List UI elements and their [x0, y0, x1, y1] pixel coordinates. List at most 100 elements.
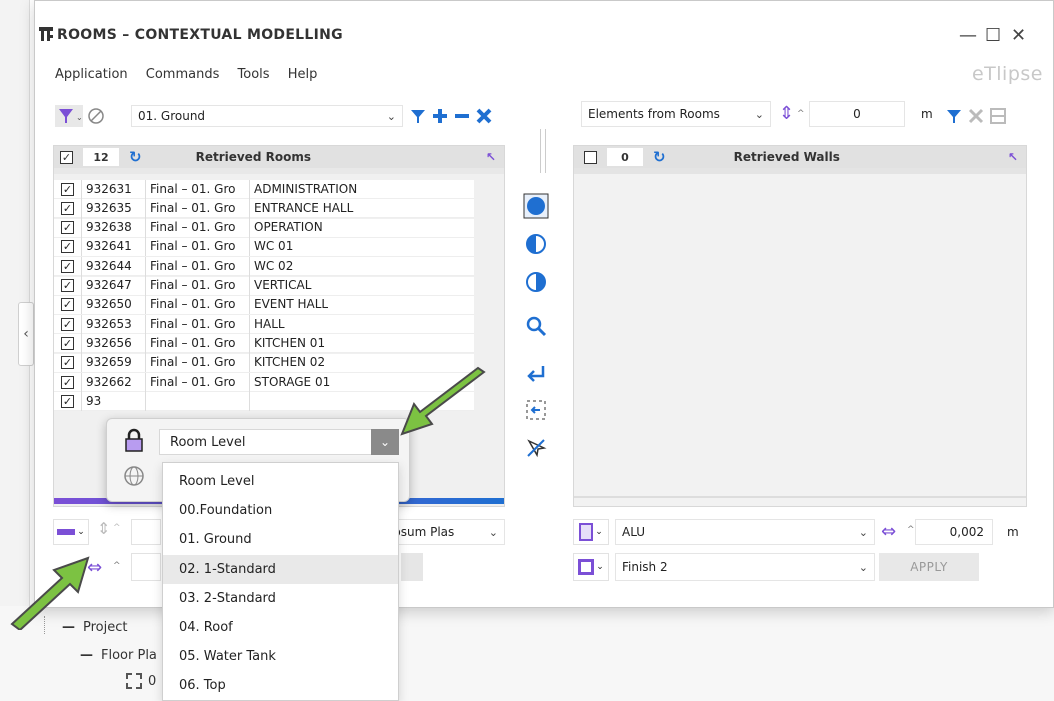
menu-application[interactable]: Application: [55, 67, 128, 82]
offset-input[interactable]: 0: [809, 101, 905, 127]
remove-icon[interactable]: [453, 107, 471, 125]
panel-splitter[interactable]: [540, 129, 546, 173]
height-input[interactable]: [131, 519, 161, 545]
menu-commands[interactable]: Commands: [146, 67, 220, 82]
stepper-icon[interactable]: ^: [907, 525, 915, 535]
pick-cursor-icon[interactable]: ↖: [486, 150, 496, 164]
half-left-icon[interactable]: [525, 233, 547, 255]
wall-type-dropdown[interactable]: ⌄: [573, 519, 609, 545]
wall-type-value: ALU: [622, 525, 646, 539]
row-checkbox[interactable]: ✓: [61, 317, 74, 331]
table-row[interactable]: ✓ 932656 Final – 01. Gro KITCHEN 01: [54, 333, 474, 354]
return-icon[interactable]: [525, 363, 547, 385]
source-dropdown[interactable]: Elements from Rooms ⌄: [581, 101, 771, 127]
row-checkbox[interactable]: ✓: [61, 298, 74, 312]
level-option[interactable]: Room Level: [163, 467, 398, 496]
collapse-panel-tab[interactable]: ‹: [18, 302, 34, 366]
filter-icon[interactable]: [409, 107, 427, 125]
row-checkbox[interactable]: ✓: [61, 356, 74, 370]
level-option[interactable]: 04. Roof: [163, 613, 398, 642]
stepper-icon[interactable]: ^: [113, 561, 121, 571]
tree-item-floor-plans[interactable]: — Floor Pla: [80, 648, 157, 663]
level-option[interactable]: 05. Water Tank: [163, 642, 398, 671]
stepper-icon[interactable]: ^: [113, 523, 121, 533]
level-option[interactable]: 00.Foundation: [163, 496, 398, 525]
select-all-rooms-checkbox[interactable]: ✓: [60, 150, 73, 164]
menu-help[interactable]: Help: [288, 67, 318, 82]
clear-filter-icon[interactable]: [87, 107, 105, 125]
level-mode-select[interactable]: Room Level: [159, 429, 399, 455]
globe-icon[interactable]: [123, 465, 145, 487]
row-checkbox[interactable]: ✓: [61, 336, 74, 350]
table-row[interactable]: ✓ 932644 Final – 01. Gro WC 02: [54, 256, 474, 277]
row-checkbox-cell[interactable]: ✓: [54, 391, 82, 411]
row-checkbox[interactable]: ✓: [61, 201, 74, 215]
level-filter-dropdown[interactable]: 01. Ground ⌄: [131, 105, 403, 127]
select-all-icon[interactable]: [523, 193, 549, 219]
row-checkbox-cell[interactable]: ✓: [54, 295, 82, 315]
refresh-icon[interactable]: ↻: [653, 148, 666, 166]
row-checkbox-cell[interactable]: ✓: [54, 256, 82, 276]
row-checkbox[interactable]: ✓: [61, 221, 74, 235]
add-icon[interactable]: [431, 107, 449, 125]
level-option[interactable]: 03. 2-Standard: [163, 584, 398, 613]
level-dropdown-button[interactable]: ⌄: [371, 429, 399, 455]
row-checkbox[interactable]: ✓: [61, 279, 74, 292]
table-row[interactable]: ✓ 932638 Final – 01. Gro OPERATION: [54, 218, 474, 238]
row-checkbox-cell[interactable]: ✓: [54, 218, 82, 238]
filter-icon[interactable]: [945, 107, 963, 125]
width-input[interactable]: [131, 553, 161, 581]
stepper-icon[interactable]: ^: [797, 109, 805, 119]
vertical-offset-icon: ⇕: [97, 519, 111, 538]
select-all-walls-checkbox[interactable]: [584, 150, 597, 164]
menu-tools[interactable]: Tools: [238, 67, 270, 82]
close-button[interactable]: ✕: [1011, 25, 1026, 46]
row-checkbox[interactable]: ✓: [61, 240, 74, 254]
row-checkbox-cell[interactable]: ✓: [54, 276, 82, 295]
row-checkbox[interactable]: ✓: [61, 394, 74, 408]
row-checkbox-cell[interactable]: ✓: [54, 333, 82, 353]
row-checkbox-cell[interactable]: ✓: [54, 314, 82, 334]
clear-icon[interactable]: [967, 107, 985, 125]
row-checkbox[interactable]: ✓: [61, 259, 74, 273]
finish-select[interactable]: Finish 2 ⌄: [615, 553, 875, 581]
fit-icon[interactable]: [525, 399, 547, 421]
level-option[interactable]: 02. 1-Standard: [163, 554, 398, 584]
thickness-input[interactable]: 0,002: [915, 519, 993, 545]
table-row[interactable]: ✓ 932647 Final – 01. Gro VERTICAL: [54, 276, 474, 296]
apply-button-partial[interactable]: [401, 553, 423, 581]
table-row[interactable]: ✓ 932641 Final – 01. Gro WC 01: [54, 237, 474, 257]
minimize-button[interactable]: —: [959, 25, 977, 46]
row-checkbox-cell[interactable]: ✓: [54, 353, 82, 373]
row-checkbox-cell[interactable]: ✓: [54, 372, 82, 392]
zoom-icon[interactable]: [525, 315, 547, 337]
apply-button[interactable]: APPLY: [879, 553, 979, 581]
row-checkbox-cell[interactable]: ✓: [54, 198, 82, 218]
finish-style-dropdown[interactable]: ⌄: [573, 553, 609, 581]
wall-layers-icon[interactable]: [989, 107, 1007, 125]
row-checkbox[interactable]: ✓: [61, 375, 74, 389]
line-style-dropdown[interactable]: ⌄: [53, 519, 89, 545]
level-option[interactable]: 06. Top: [163, 671, 398, 700]
row-checkbox[interactable]: ✓: [61, 182, 74, 196]
table-row[interactable]: ✓ 932635 Final – 01. Gro ENTRANCE HALL: [54, 198, 474, 219]
table-row[interactable]: ✓ 932650 Final – 01. Gro EVENT HALL: [54, 295, 474, 315]
table-row[interactable]: ✓ 932653 Final – 01. Gro HALL: [54, 314, 474, 335]
half-right-icon[interactable]: [525, 271, 547, 293]
tree-item-floor-plan[interactable]: 0: [148, 674, 156, 689]
refresh-icon[interactable]: ↻: [129, 148, 142, 166]
table-row[interactable]: ✓ 932631 Final – 01. Gro ADMINISTRATION: [54, 180, 474, 199]
pick-cursor-icon[interactable]: ↖: [1008, 150, 1018, 164]
row-checkbox-cell[interactable]: ✓: [54, 237, 82, 257]
line-style-icon: [57, 529, 76, 535]
lock-icon[interactable]: [123, 427, 145, 453]
clear-all-icon[interactable]: [475, 107, 493, 125]
deselect-icon[interactable]: [525, 437, 547, 459]
offset-unit: m: [921, 107, 933, 121]
material-dropdown[interactable]: ypsum Plas ⌄: [381, 519, 505, 545]
wall-type-select[interactable]: ALU ⌄: [615, 519, 875, 545]
maximize-button[interactable]: ☐: [985, 25, 1001, 46]
level-option[interactable]: 01. Ground: [163, 525, 398, 554]
filter-dropdown-icon[interactable]: ⌄: [55, 105, 83, 127]
row-checkbox-cell[interactable]: ✓: [54, 180, 82, 199]
